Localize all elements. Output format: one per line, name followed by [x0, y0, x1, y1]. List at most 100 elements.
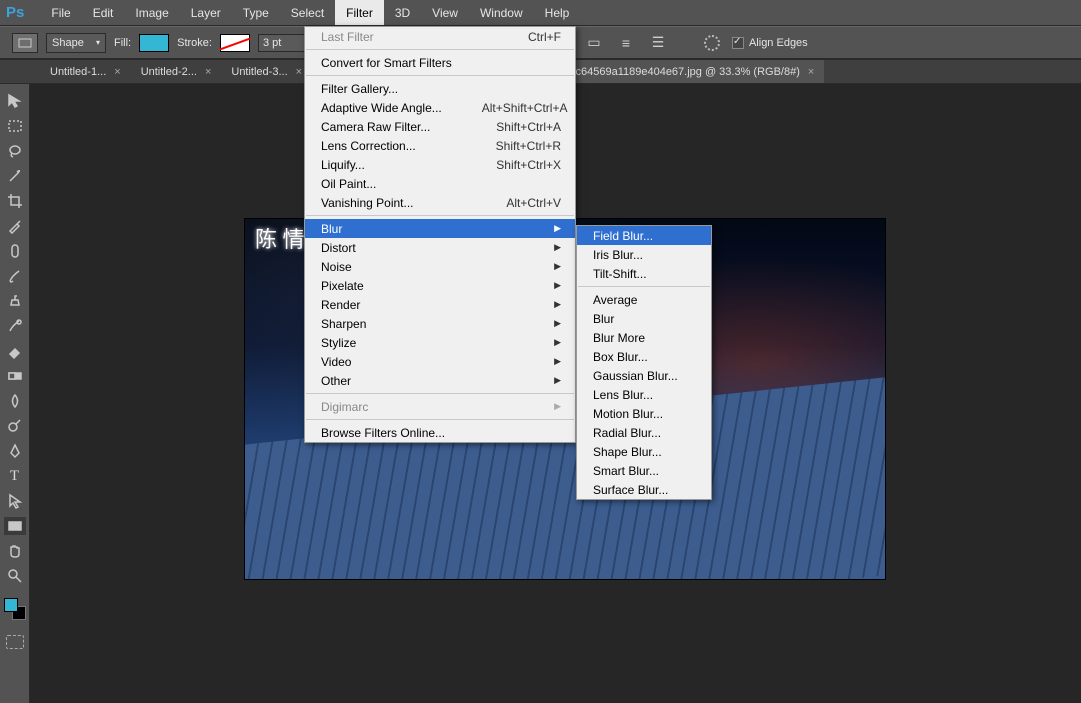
menu-item[interactable]: Blur — [305, 219, 575, 238]
menu-item[interactable]: Shape Blur... — [577, 442, 711, 461]
menu-layer[interactable]: Layer — [180, 0, 232, 25]
menu-item[interactable]: Box Blur... — [577, 347, 711, 366]
menubar: Ps FileEditImageLayerTypeSelectFilter3DV… — [0, 0, 1081, 26]
menu-edit[interactable]: Edit — [82, 0, 125, 25]
menu-item-label: Noise — [321, 260, 352, 274]
menu-item[interactable]: Gaussian Blur... — [577, 366, 711, 385]
quick-mask-icon[interactable] — [6, 635, 24, 649]
color-swatches[interactable] — [4, 598, 26, 620]
menu-item: Digimarc — [305, 397, 575, 416]
path-align-icon[interactable]: ≡ — [614, 32, 638, 54]
menu-item[interactable]: Convert for Smart Filters — [305, 53, 575, 72]
crop-tool-icon[interactable] — [4, 192, 26, 210]
menu-item[interactable]: Motion Blur... — [577, 404, 711, 423]
fill-swatch[interactable] — [139, 34, 169, 52]
menu-3d[interactable]: 3D — [384, 0, 421, 25]
menu-file[interactable]: File — [40, 0, 81, 25]
menu-item-label: Shape Blur... — [593, 445, 662, 459]
menu-item-label: Blur — [593, 312, 614, 326]
menu-item[interactable]: Distort — [305, 238, 575, 257]
menu-item[interactable]: Blur — [577, 309, 711, 328]
menu-item[interactable]: Lens Blur... — [577, 385, 711, 404]
menu-item[interactable]: Iris Blur... — [577, 245, 711, 264]
align-edges-label: Align Edges — [749, 37, 808, 49]
healing-brush-tool-icon[interactable] — [4, 242, 26, 260]
settings-gear-icon[interactable] — [700, 32, 724, 54]
path-select-tool-icon[interactable] — [4, 492, 26, 510]
menu-item[interactable]: Video — [305, 352, 575, 371]
close-icon[interactable]: × — [205, 66, 211, 78]
menu-item-label: Digimarc — [321, 400, 368, 414]
menu-select[interactable]: Select — [280, 0, 335, 25]
menu-item[interactable]: Smart Blur... — [577, 461, 711, 480]
menu-item[interactable]: Adaptive Wide Angle...Alt+Shift+Ctrl+A — [305, 98, 575, 117]
menu-item[interactable]: Tilt-Shift... — [577, 264, 711, 283]
menu-image[interactable]: Image — [124, 0, 179, 25]
close-icon[interactable]: × — [114, 66, 120, 78]
menu-item[interactable]: Oil Paint... — [305, 174, 575, 193]
menu-item[interactable]: Average — [577, 290, 711, 309]
lasso-tool-icon[interactable] — [4, 142, 26, 160]
menu-type[interactable]: Type — [232, 0, 280, 25]
eyedropper-tool-icon[interactable] — [4, 217, 26, 235]
stroke-label: Stroke: — [177, 37, 212, 49]
shape-mode-dropdown[interactable]: Shape▾ — [46, 33, 106, 53]
history-brush-tool-icon[interactable] — [4, 317, 26, 335]
brush-tool-icon[interactable] — [4, 267, 26, 285]
menu-item[interactable]: Radial Blur... — [577, 423, 711, 442]
rectangle-tool-icon[interactable] — [4, 517, 26, 535]
tab-label: Untitled-2... — [141, 66, 197, 78]
menu-item[interactable]: Camera Raw Filter... Shift+Ctrl+A — [305, 117, 575, 136]
menu-filter[interactable]: Filter — [335, 0, 384, 25]
shortcut-label: Shift+Ctrl+A — [496, 120, 561, 134]
menu-item[interactable]: Other — [305, 371, 575, 390]
close-icon[interactable]: × — [296, 66, 302, 78]
type-tool-icon[interactable]: T — [4, 467, 26, 485]
move-tool-icon[interactable] — [4, 92, 26, 110]
stroke-width-input[interactable]: 3 pt — [258, 34, 306, 52]
menu-item-label: Lens Blur... — [593, 388, 653, 402]
hand-tool-icon[interactable] — [4, 542, 26, 560]
menu-item[interactable]: Sharpen — [305, 314, 575, 333]
magic-wand-tool-icon[interactable] — [4, 167, 26, 185]
menu-item[interactable]: Field Blur... — [577, 226, 711, 245]
document-tab[interactable]: Untitled-1... × — [40, 60, 131, 83]
blur-tool-icon[interactable] — [4, 392, 26, 410]
menu-item-label: Camera Raw Filter... — [321, 120, 430, 134]
zoom-tool-icon[interactable] — [4, 567, 26, 585]
fill-label: Fill: — [114, 37, 131, 49]
menu-item[interactable]: Browse Filters Online... — [305, 423, 575, 442]
menu-item[interactable]: Noise — [305, 257, 575, 276]
stroke-swatch[interactable] — [220, 34, 250, 52]
clone-stamp-tool-icon[interactable] — [4, 292, 26, 310]
gradient-tool-icon[interactable] — [4, 367, 26, 385]
menu-item[interactable]: Liquify...Shift+Ctrl+X — [305, 155, 575, 174]
document-tab[interactable]: Untitled-2... × — [131, 60, 222, 83]
document-tab[interactable]: Untitled-3...× — [221, 60, 312, 83]
menu-item[interactable]: Surface Blur... — [577, 480, 711, 499]
dodge-tool-icon[interactable] — [4, 417, 26, 435]
menu-window[interactable]: Window — [469, 0, 534, 25]
path-arrange-icon[interactable]: ☰ — [646, 32, 670, 54]
eraser-tool-icon[interactable] — [4, 342, 26, 360]
menu-view[interactable]: View — [421, 0, 469, 25]
menu-item-label: Blur — [321, 222, 342, 236]
menu-item[interactable]: Render — [305, 295, 575, 314]
menu-item-label: Other — [321, 374, 351, 388]
marquee-tool-icon[interactable] — [4, 117, 26, 135]
align-edges-checkbox[interactable]: Align Edges — [732, 37, 808, 49]
menu-item[interactable]: Stylize — [305, 333, 575, 352]
menu-item[interactable]: Blur More — [577, 328, 711, 347]
menu-item-label: Lens Correction... — [321, 139, 416, 153]
close-icon[interactable]: × — [808, 66, 814, 78]
tab-label: Untitled-1... — [50, 66, 106, 78]
pen-tool-icon[interactable] — [4, 442, 26, 460]
menu-item[interactable]: Pixelate — [305, 276, 575, 295]
menu-item-label: Oil Paint... — [321, 177, 376, 191]
tool-preset-icon[interactable] — [12, 33, 38, 53]
menu-item[interactable]: Filter Gallery... — [305, 79, 575, 98]
menu-item[interactable]: Lens Correction...Shift+Ctrl+R — [305, 136, 575, 155]
menu-item[interactable]: Vanishing Point...Alt+Ctrl+V — [305, 193, 575, 212]
path-combine-icon[interactable]: ▭ — [582, 32, 606, 54]
menu-help[interactable]: Help — [534, 0, 581, 25]
